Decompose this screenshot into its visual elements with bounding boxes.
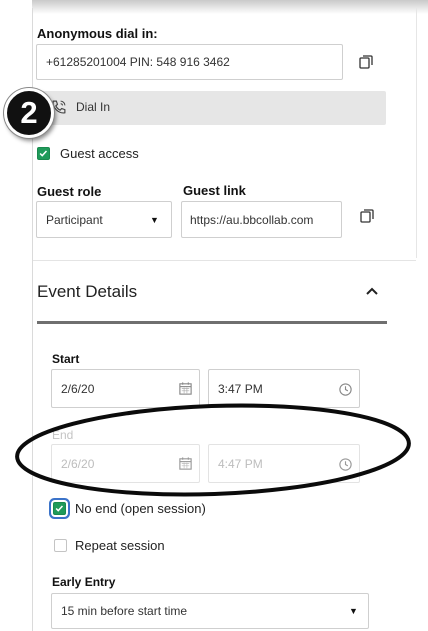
start-time-value: 3:47 PM xyxy=(218,381,263,396)
dial-in-label: Dial In xyxy=(76,100,111,114)
guest-access-label: Guest access xyxy=(60,146,139,161)
guest-role-value: Participant xyxy=(46,212,103,227)
event-details-underline xyxy=(37,321,387,324)
clock-icon[interactable] xyxy=(338,382,353,397)
dial-in-heading: Anonymous dial in: xyxy=(37,26,158,41)
early-entry-value: 15 min before start time xyxy=(61,604,188,618)
early-entry-label: Early Entry xyxy=(52,575,116,589)
start-label: Start xyxy=(52,352,80,366)
no-end-checkbox[interactable] xyxy=(53,502,66,515)
event-details-title: Event Details xyxy=(37,282,138,301)
guest-link-label: Guest link xyxy=(183,183,246,198)
panel-top-shadow xyxy=(32,0,428,14)
guest-link-value: https://au.bbcollab.com xyxy=(190,212,314,227)
guest-access-checkbox[interactable] xyxy=(37,147,50,160)
panel-right-edge xyxy=(416,8,417,258)
dropdown-arrow-icon: ▼ xyxy=(150,215,159,225)
chevron-up-icon[interactable] xyxy=(364,285,380,297)
repeat-session-label: Repeat session xyxy=(75,538,165,553)
copy-icon[interactable] xyxy=(358,54,374,70)
guest-role-select[interactable]: Participant ▼ xyxy=(36,201,172,238)
calendar-icon[interactable] xyxy=(178,381,193,396)
dial-in-number-field[interactable]: +61285201004 PIN: 548 916 3462 xyxy=(36,44,343,80)
checkmark-icon xyxy=(55,505,64,512)
copy-link-icon[interactable] xyxy=(359,208,375,224)
dial-in-number-text: +61285201004 PIN: 548 916 3462 xyxy=(46,55,230,69)
guest-link-field[interactable]: https://au.bbcollab.com xyxy=(181,201,342,238)
dropdown-arrow-icon: ▼ xyxy=(349,606,358,616)
early-entry-select[interactable]: 15 min before start time ▼ xyxy=(51,593,369,629)
checkmark-icon xyxy=(39,150,48,157)
start-date-value: 2/6/20 xyxy=(61,381,95,396)
annotation-ellipse xyxy=(15,403,411,497)
step-number-badge: 2 xyxy=(4,88,54,138)
repeat-session-checkbox[interactable] xyxy=(54,539,67,552)
guest-role-label: Guest role xyxy=(37,184,102,199)
section-divider xyxy=(33,260,416,261)
no-end-label: No end (open session) xyxy=(75,501,206,516)
